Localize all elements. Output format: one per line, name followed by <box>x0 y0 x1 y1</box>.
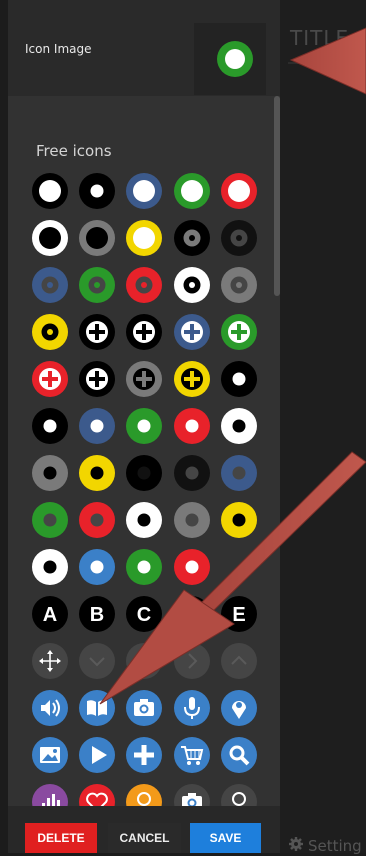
navy-dot-icon[interactable] <box>78 407 116 445</box>
chevron-left-icon[interactable] <box>125 642 163 680</box>
navy-white-ring-icon[interactable] <box>125 172 163 210</box>
letter-b-icon[interactable]: B <box>78 595 116 633</box>
yellow-white-ring-icon[interactable] <box>125 219 163 257</box>
red-target-icon[interactable] <box>125 266 163 304</box>
dark-target-icon[interactable] <box>220 219 258 257</box>
camera-icon[interactable] <box>125 689 163 727</box>
letter-d-icon[interactable]: D <box>173 595 211 633</box>
icon-grid: A B C D E <box>8 0 280 810</box>
title-label: TITLE: <box>290 26 357 50</box>
plus-icon[interactable] <box>125 736 163 774</box>
dark-dot-icon[interactable] <box>173 454 211 492</box>
map-pin-icon[interactable] <box>220 689 258 727</box>
green-dot-icon[interactable] <box>125 407 163 445</box>
cart-icon[interactable] <box>173 736 211 774</box>
gray-black-ring-icon[interactable] <box>78 219 116 257</box>
cancel-button[interactable]: CANCEL <box>108 823 181 853</box>
black-dot-icon[interactable] <box>78 172 116 210</box>
black-target-icon[interactable] <box>173 219 211 257</box>
black-plus-icon[interactable] <box>78 313 116 351</box>
title-underline <box>288 62 366 64</box>
green-dot-icon[interactable] <box>125 548 163 586</box>
red-dot-icon[interactable] <box>78 501 116 539</box>
settings-link[interactable]: Setting <box>288 836 362 856</box>
red-dot-icon[interactable] <box>173 407 211 445</box>
book-icon[interactable] <box>78 689 116 727</box>
black-dot-icon[interactable] <box>125 454 163 492</box>
white-dot-icon[interactable] <box>220 407 258 445</box>
green-plus-icon[interactable] <box>220 313 258 351</box>
letter-label: D <box>185 604 199 626</box>
gray-dot-icon[interactable] <box>31 454 69 492</box>
red-plus-icon[interactable] <box>31 360 69 398</box>
black-dot-icon[interactable] <box>220 360 258 398</box>
chevron-right-icon[interactable] <box>173 642 211 680</box>
yellow-dot-icon[interactable] <box>78 454 116 492</box>
navy-target-icon[interactable] <box>31 266 69 304</box>
green-white-ring-icon[interactable] <box>173 172 211 210</box>
letter-e-icon[interactable]: E <box>220 595 258 633</box>
white-dot-icon[interactable] <box>31 548 69 586</box>
blue-dot-icon[interactable] <box>78 548 116 586</box>
yellow-plus-icon[interactable] <box>173 360 211 398</box>
yellow-target-icon[interactable] <box>31 313 69 351</box>
black-dot-icon[interactable] <box>31 407 69 445</box>
black-white-ring-icon[interactable] <box>31 172 69 210</box>
white-target-icon[interactable] <box>173 266 211 304</box>
navy-dot-icon[interactable] <box>220 454 258 492</box>
black-plus-icon[interactable] <box>125 313 163 351</box>
save-button[interactable]: SAVE <box>190 823 261 853</box>
green-target-icon[interactable] <box>78 266 116 304</box>
letter-c-icon[interactable]: C <box>125 595 163 633</box>
move-icon[interactable] <box>31 642 69 680</box>
editor-pane: TITLE: Setting <box>280 0 366 856</box>
chevron-up-icon[interactable] <box>220 642 258 680</box>
letter-label: C <box>137 604 151 626</box>
white-dot-icon[interactable] <box>125 501 163 539</box>
delete-button[interactable]: DELETE <box>25 823 97 853</box>
letter-label: B <box>90 604 104 626</box>
black-plus-icon[interactable] <box>78 360 116 398</box>
microphone-icon[interactable] <box>173 689 211 727</box>
yellow-dot-icon[interactable] <box>220 501 258 539</box>
play-icon[interactable] <box>78 736 116 774</box>
red-dot-icon[interactable] <box>173 548 211 586</box>
white-black-ring-icon[interactable] <box>31 219 69 257</box>
chevron-down-icon[interactable] <box>78 642 116 680</box>
letter-label: E <box>232 604 245 626</box>
speaker-icon[interactable] <box>31 689 69 727</box>
image-icon[interactable] <box>31 736 69 774</box>
green-dot-icon[interactable] <box>31 501 69 539</box>
icon-picker-panel: Icon Image Free icons ABCDE DELETE CANCE… <box>8 0 280 853</box>
settings-label: Setting <box>308 837 362 855</box>
gear-icon <box>288 836 304 856</box>
gray-plus-icon[interactable] <box>125 360 163 398</box>
navy-plus-icon[interactable] <box>173 313 211 351</box>
search-icon[interactable] <box>220 736 258 774</box>
red-white-ring-icon[interactable] <box>220 172 258 210</box>
letter-a-icon[interactable]: A <box>31 595 69 633</box>
gray-dot-icon[interactable] <box>173 501 211 539</box>
action-bar: DELETE CANCEL SAVE <box>8 806 280 853</box>
letter-label: A <box>43 604 57 626</box>
gray-target-icon[interactable] <box>220 266 258 304</box>
